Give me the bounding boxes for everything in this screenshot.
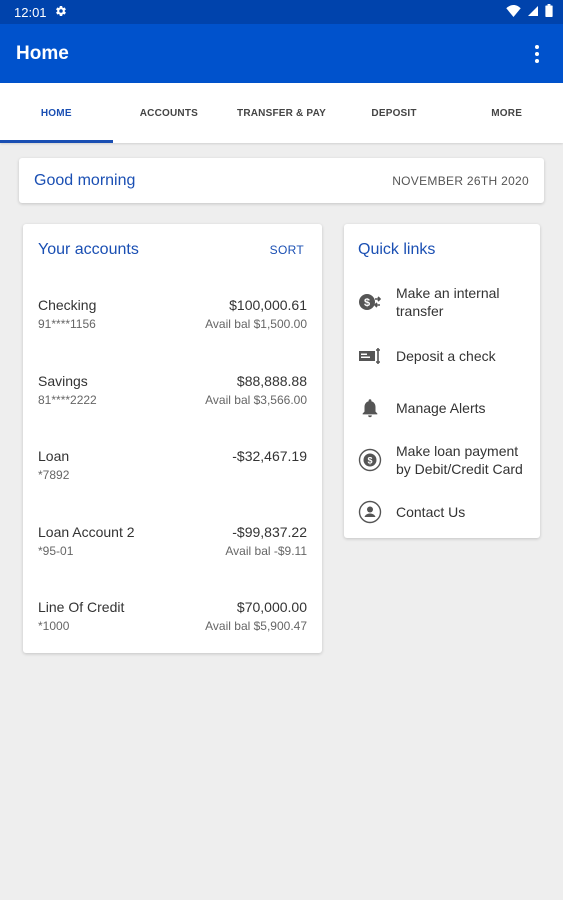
tab-home[interactable]: HOME (0, 83, 113, 143)
settings-gear-icon (55, 5, 67, 20)
accounts-card: Your accounts SORT Checking 91****1156 $… (23, 224, 322, 653)
wifi-icon (506, 4, 521, 20)
account-number: 91****1156 (38, 317, 96, 331)
greeting-text: Good morning (34, 171, 136, 189)
battery-icon (545, 4, 553, 20)
quick-link-label: Manage Alerts (396, 400, 486, 416)
greeting-card: Good morning NOVEMBER 26TH 2020 (19, 158, 544, 203)
bell-icon (358, 396, 382, 420)
account-name: Loan (38, 448, 70, 464)
tab-deposit[interactable]: DEPOSIT (338, 83, 451, 143)
contact-icon (358, 500, 382, 524)
transfer-icon: $ (358, 290, 382, 314)
svg-text:$: $ (364, 297, 370, 309)
quick-link-manage-alerts[interactable]: Manage Alerts (358, 396, 532, 420)
account-name: Line Of Credit (38, 599, 125, 615)
accounts-title: Your accounts (38, 241, 139, 258)
account-available-balance: Avail bal $1,500.00 (205, 317, 307, 331)
status-time: 12:01 (14, 4, 47, 20)
account-number: 81****2222 (38, 393, 97, 407)
tab-bar: HOME ACCOUNTS TRANSFER & PAY DEPOSIT MOR… (0, 83, 563, 143)
signal-icon (527, 5, 539, 20)
account-available-balance: Avail bal $3,566.00 (205, 393, 307, 407)
check-deposit-icon (358, 344, 382, 368)
account-name: Checking (38, 297, 97, 313)
svg-text:$: $ (367, 456, 372, 466)
tab-more[interactable]: MORE (450, 83, 563, 143)
status-bar: 12:01 (0, 0, 563, 24)
account-row-savings[interactable]: Savings 81****2222 $88,888.88 Avail bal … (38, 373, 307, 413)
account-name: Loan Account 2 (38, 524, 135, 540)
account-row-loan[interactable]: Loan *7892 -$32,467.19 (38, 448, 307, 488)
quick-link-label: Deposit a check (396, 348, 496, 364)
account-number: *7892 (38, 468, 70, 482)
app-bar: Home (0, 24, 563, 83)
quick-link-deposit-check[interactable]: Deposit a check (358, 344, 532, 368)
account-row-checking[interactable]: Checking 91****1156 $100,000.61 Avail ba… (38, 297, 307, 337)
account-available-balance: Avail bal -$9.11 (225, 544, 307, 558)
tab-accounts[interactable]: ACCOUNTS (113, 83, 226, 143)
quick-links-title: Quick links (358, 241, 436, 258)
tab-transfer-pay[interactable]: TRANSFER & PAY (225, 83, 338, 143)
account-available-balance: Avail bal $5,900.47 (205, 619, 307, 633)
account-balance: -$32,467.19 (232, 448, 307, 464)
account-balance: $88,888.88 (236, 373, 307, 389)
account-row-line-of-credit[interactable]: Line Of Credit *1000 $70,000.00 Avail ba… (38, 599, 307, 639)
account-balance: $100,000.61 (229, 297, 307, 313)
quick-link-label: Make loan payment by Debit/Credit Card (396, 443, 523, 477)
overflow-menu-icon[interactable] (527, 42, 547, 66)
quick-link-internal-transfer[interactable]: $ Make an internal transfer (358, 284, 532, 320)
quick-link-label: Contact Us (396, 504, 466, 520)
account-number: *95-01 (38, 544, 74, 558)
greeting-date: NOVEMBER 26TH 2020 (392, 173, 529, 188)
page-title: Home (16, 42, 69, 64)
quick-link-loan-payment[interactable]: $ Make loan payment by Debit/Credit Card (358, 442, 532, 478)
account-row-loan-account-2[interactable]: Loan Account 2 *95-01 -$99,837.22 Avail … (38, 524, 307, 564)
sort-button[interactable]: SORT (270, 243, 304, 257)
quick-link-label: Make an internal transfer (396, 285, 500, 319)
account-balance: $70,000.00 (236, 599, 307, 615)
account-balance: -$99,837.22 (232, 524, 307, 540)
quick-links-card: Quick links $ Make an internal transfer … (344, 224, 540, 538)
account-name: Savings (38, 373, 88, 389)
quick-link-contact-us[interactable]: Contact Us (358, 500, 532, 524)
account-number: *1000 (38, 619, 70, 633)
loan-payment-icon: $ (358, 448, 382, 472)
